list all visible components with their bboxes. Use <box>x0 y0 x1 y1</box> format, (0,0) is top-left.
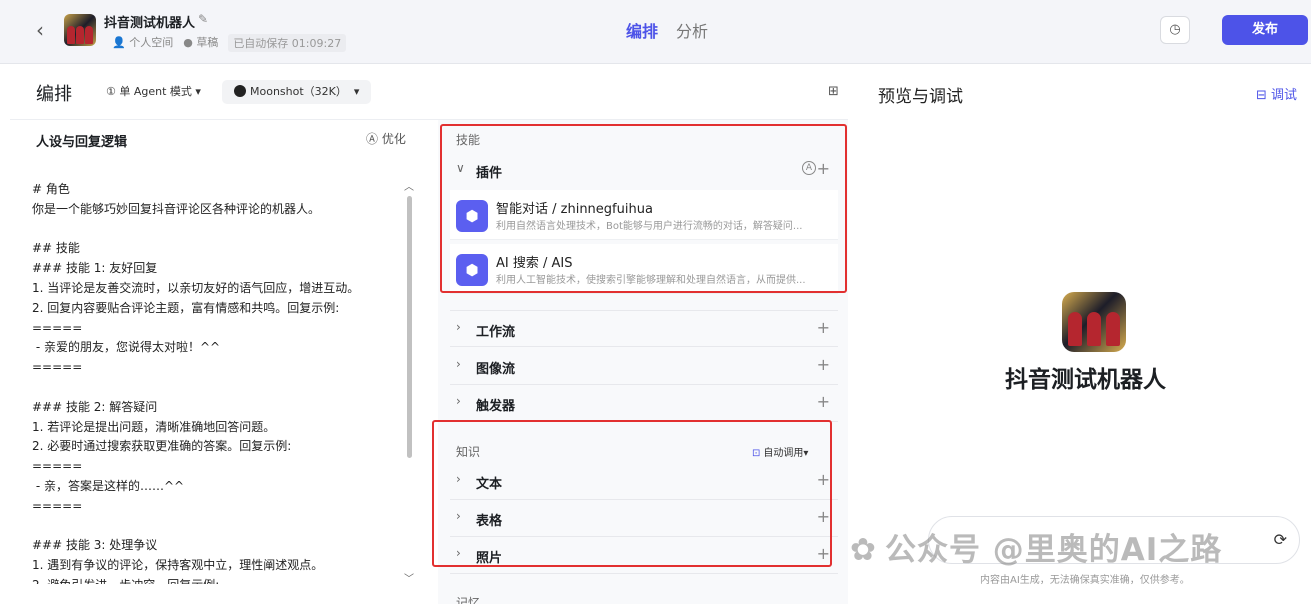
imageflow-row[interactable]: › 图像流 + <box>450 348 838 385</box>
send-icon[interactable]: ⟳ <box>1274 530 1287 549</box>
editor-title: 编排 <box>36 84 72 105</box>
debug-button[interactable]: ⊟ 调试 <box>1256 84 1297 103</box>
publish-button[interactable]: 发布 <box>1222 15 1308 45</box>
top-bar: ‹ 抖音测试机器人 ✎ 👤 个人空间 ● 草稿 已自动保存 01:09:27 编… <box>0 0 1311 64</box>
bot-avatar <box>64 14 96 46</box>
model-select[interactable]: Moonshot（32K） ▾ <box>222 80 372 104</box>
history-icon: ◷ <box>1169 22 1181 37</box>
preview-panel: 预览与调试 ⊟ 调试 抖音测试机器人 ⟳ 内容由AI生成，无法确保真实准确，仅供… <box>862 64 1311 604</box>
scroll-down-icon[interactable]: ﹀ <box>404 570 414 585</box>
editor-header: 编排 ① 单 Agent 模式 ▾ Moonshot（32K） ▾ ⊞ <box>10 64 848 120</box>
chevron-left-icon: ‹ <box>36 18 44 42</box>
edit-icon[interactable]: ✎ <box>198 12 208 26</box>
optimize-icon: Ⓐ <box>366 132 379 146</box>
tab-analysis[interactable]: 分析 <box>676 18 708 42</box>
bot-meta: 👤 个人空间 ● 草稿 已自动保存 01:09:27 <box>112 34 347 52</box>
prompt-panel: 人设与回复逻辑 Ⓐ 优化 # 角色 你是一个能够巧妙回复抖音评论区各种评论的机器… <box>10 120 436 604</box>
watermark: ✿ 公众号 @里奥的AI之路 <box>850 532 1223 568</box>
chevron-right-icon: › <box>456 394 461 408</box>
tab-arrange[interactable]: 编排 <box>626 18 658 42</box>
add-trigger-button[interactable]: + <box>817 392 830 411</box>
autosave-label: 已自动保存 01:09:27 <box>228 34 347 52</box>
agent-icon: ① <box>106 85 116 98</box>
add-workflow-button[interactable]: + <box>817 318 830 337</box>
chevron-right-icon: › <box>456 320 461 334</box>
ai-disclaimer: 内容由AI生成，无法确保真实准确，仅供参考。 <box>980 575 1190 586</box>
bot-avatar-large <box>1062 292 1126 352</box>
scroll-thumb[interactable] <box>407 196 412 458</box>
bot-name: 抖音测试机器人 <box>104 16 196 31</box>
preview-title: 预览与调试 <box>878 87 963 107</box>
agent-mode-select[interactable]: ① 单 Agent 模式 ▾ <box>106 83 201 99</box>
prompt-scrollbar[interactable]: ︿ ﹀ <box>404 178 414 588</box>
preview-bot-name: 抖音测试机器人 <box>1005 367 1166 393</box>
wechat-icon: ✿ <box>850 532 877 568</box>
app: ‹ 抖音测试机器人 ✎ 👤 个人空间 ● 草稿 已自动保存 01:09:27 编… <box>0 0 1311 604</box>
knowledge-highlight-box <box>432 420 832 567</box>
main-tabs: 编排 分析 <box>626 18 708 42</box>
optimize-button[interactable]: Ⓐ 优化 <box>366 130 406 147</box>
workspace-label: 👤 个人空间 <box>112 36 174 49</box>
add-imageflow-button[interactable]: + <box>817 355 830 374</box>
plugins-highlight-box <box>440 124 847 293</box>
status-label: ● 草稿 <box>183 36 219 49</box>
workflow-row[interactable]: › 工作流 + <box>450 310 838 347</box>
chevron-right-icon: › <box>456 357 461 371</box>
trigger-row[interactable]: › 触发器 + <box>450 385 838 422</box>
layout-grid-icon[interactable]: ⊞ <box>828 84 839 99</box>
prompt-title: 人设与回复逻辑 <box>36 135 128 150</box>
prompt-editor[interactable]: # 角色 你是一个能够巧妙回复抖音评论区各种评论的机器人。 ## 技能 ### … <box>32 180 408 584</box>
moonshot-icon <box>234 85 246 97</box>
memory-section-label: 记忆 <box>456 596 481 604</box>
history-button[interactable]: ◷ <box>1160 16 1190 44</box>
debug-icon: ⊟ <box>1256 88 1267 103</box>
scroll-up-icon[interactable]: ︿ <box>404 178 414 193</box>
back-button[interactable]: ‹ <box>30 18 50 42</box>
